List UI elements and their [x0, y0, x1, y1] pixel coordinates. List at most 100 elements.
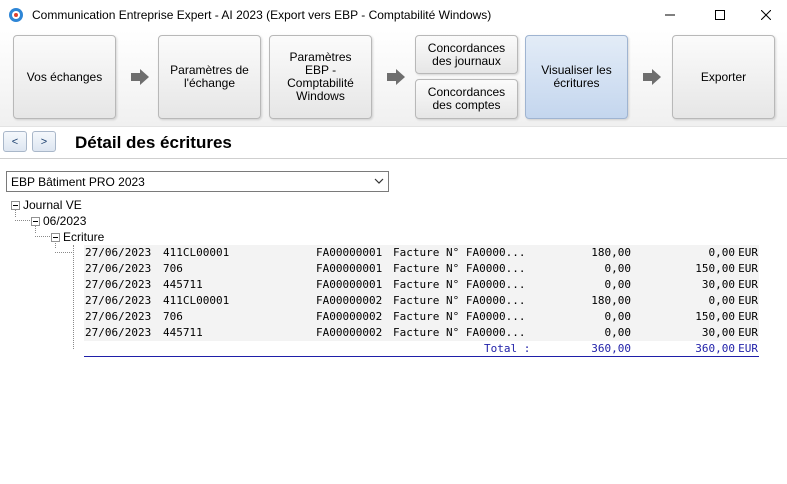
total-currency: EUR [738, 342, 758, 355]
header-divider [0, 158, 787, 159]
entry-credit: 0,00 [708, 246, 736, 259]
entry-date: 27/06/2023 [85, 262, 152, 275]
total-debit: 360,00 [591, 342, 631, 355]
arrow-right-icon [387, 69, 405, 85]
entry-currency: EUR [738, 310, 758, 323]
collapse-icon[interactable] [11, 200, 20, 210]
tree-node-ecriture[interactable]: Ecriture [51, 230, 104, 244]
step-label: Paramètres de l'échange [170, 63, 249, 90]
entry-debit: 0,00 [604, 326, 632, 339]
entry-label: Facture N° FA0000... [393, 262, 526, 275]
collapse-icon[interactable] [51, 232, 60, 242]
total-credit: 360,00 [695, 342, 735, 355]
tree-node-journal[interactable]: Journal VE [11, 198, 82, 212]
title-bar: Communication Entreprise Expert - AI 202… [0, 0, 787, 30]
tree-connector [55, 252, 72, 253]
entry-row[interactable]: 27/06/2023 445711 FA00000002 Facture N° … [84, 325, 759, 341]
entry-date: 27/06/2023 [85, 310, 152, 323]
entry-currency: EUR [738, 278, 758, 291]
entry-credit: 30,00 [701, 326, 735, 339]
step-label: Paramètres EBP - Comptabilité Windows [287, 50, 354, 103]
step-exporter-button[interactable]: Exporter [672, 35, 775, 119]
entry-account: 706 [163, 262, 183, 275]
entry-account: 706 [163, 310, 183, 323]
close-icon [761, 10, 771, 20]
entry-label: Facture N° FA0000... [393, 294, 526, 307]
step-label: Concordances des comptes [427, 85, 506, 112]
page-title: Détail des écritures [75, 133, 232, 152]
detail-header: < > Détail des écritures [0, 126, 787, 158]
wizard-toolbar: Vos échanges Paramètres de l'échange Par… [0, 30, 787, 126]
step-concordances-comptes-button[interactable]: Concordances des comptes [415, 79, 518, 119]
step-label: Vos échanges [26, 69, 103, 84]
app-icon [9, 8, 23, 22]
next-icon: > [40, 135, 48, 148]
step-vos-echanges-button[interactable]: Vos échanges [13, 35, 116, 119]
total-row: Total : 360,00 360,00 EUR [84, 341, 759, 357]
entry-piece: FA00000001 [316, 246, 383, 259]
tree-node-label: 06/2023 [43, 214, 87, 228]
next-button[interactable]: > [32, 131, 56, 152]
window-title: Communication Entreprise Expert - AI 202… [32, 8, 492, 22]
step-concordances-journaux-button[interactable]: Concordances des journaux [415, 35, 518, 74]
entry-label: Facture N° FA0000... [393, 278, 526, 291]
tree-node-label: Journal VE [23, 198, 82, 212]
entry-account: 445711 [163, 278, 203, 291]
step-label: Concordances des journaux [427, 40, 506, 68]
entry-account: 411CL00001 [163, 294, 230, 307]
tree-connector [73, 245, 74, 349]
total-label: Total : [484, 342, 531, 355]
entry-currency: EUR [738, 326, 758, 339]
entry-credit: 150,00 [695, 310, 735, 323]
tree-node-period[interactable]: 06/2023 [31, 214, 86, 228]
previous-button[interactable]: < [3, 131, 27, 152]
entry-account: 445711 [163, 326, 203, 339]
entry-currency: EUR [738, 262, 758, 275]
chevron-down-icon [374, 178, 384, 184]
tree-node-label: Ecriture [63, 230, 105, 244]
entry-debit: 0,00 [604, 310, 632, 323]
entry-label: Facture N° FA0000... [393, 246, 526, 259]
entry-credit: 30,00 [701, 278, 735, 291]
entry-currency: EUR [738, 246, 758, 259]
entry-date: 27/06/2023 [85, 246, 152, 259]
entry-row[interactable]: 27/06/2023 411CL00001 FA00000001 Facture… [84, 245, 759, 261]
entry-row[interactable]: 27/06/2023 706 FA00000002 Facture N° FA0… [84, 309, 759, 325]
entry-account: 411CL00001 [163, 246, 230, 259]
entry-debit: 180,00 [591, 246, 631, 259]
company-select[interactable]: EBP Bâtiment PRO 2023 [6, 171, 389, 192]
entry-date: 27/06/2023 [85, 294, 152, 307]
entry-debit: 0,00 [604, 262, 632, 275]
entry-credit: 0,00 [708, 294, 736, 307]
maximize-button[interactable] [697, 0, 743, 30]
maximize-icon [715, 10, 725, 20]
entry-piece: FA00000002 [316, 310, 383, 323]
entry-row[interactable]: 27/06/2023 706 FA00000001 Facture N° FA0… [84, 261, 759, 277]
entry-date: 27/06/2023 [85, 326, 152, 339]
step-label: Exporter [700, 69, 747, 84]
entry-piece: FA00000002 [316, 326, 383, 339]
step-visualiser-ecritures-button[interactable]: Visualiser les écritures [525, 35, 628, 119]
entry-credit: 150,00 [695, 262, 735, 275]
entry-piece: FA00000002 [316, 294, 383, 307]
minimize-button[interactable] [647, 0, 693, 30]
collapse-icon[interactable] [31, 216, 40, 226]
entry-label: Facture N° FA0000... [393, 310, 526, 323]
company-select-value: EBP Bâtiment PRO 2023 [11, 175, 145, 189]
minimize-icon [665, 14, 675, 16]
step-label: Visualiser les écritures [541, 63, 612, 90]
entry-row[interactable]: 27/06/2023 411CL00001 FA00000002 Facture… [84, 293, 759, 309]
previous-icon: < [11, 135, 19, 148]
entry-piece: FA00000001 [316, 278, 383, 291]
step-parametres-ebp-button[interactable]: Paramètres EBP - Comptabilité Windows [269, 35, 372, 119]
entry-date: 27/06/2023 [85, 278, 152, 291]
entry-debit: 0,00 [604, 278, 632, 291]
step-parametres-echange-button[interactable]: Paramètres de l'échange [158, 35, 261, 119]
entry-debit: 180,00 [591, 294, 631, 307]
tree-connector [35, 236, 52, 237]
entry-currency: EUR [738, 294, 758, 307]
entry-row[interactable]: 27/06/2023 445711 FA00000001 Facture N° … [84, 277, 759, 293]
entry-piece: FA00000001 [316, 262, 383, 275]
arrow-right-icon [131, 69, 149, 85]
close-button[interactable] [743, 0, 787, 30]
